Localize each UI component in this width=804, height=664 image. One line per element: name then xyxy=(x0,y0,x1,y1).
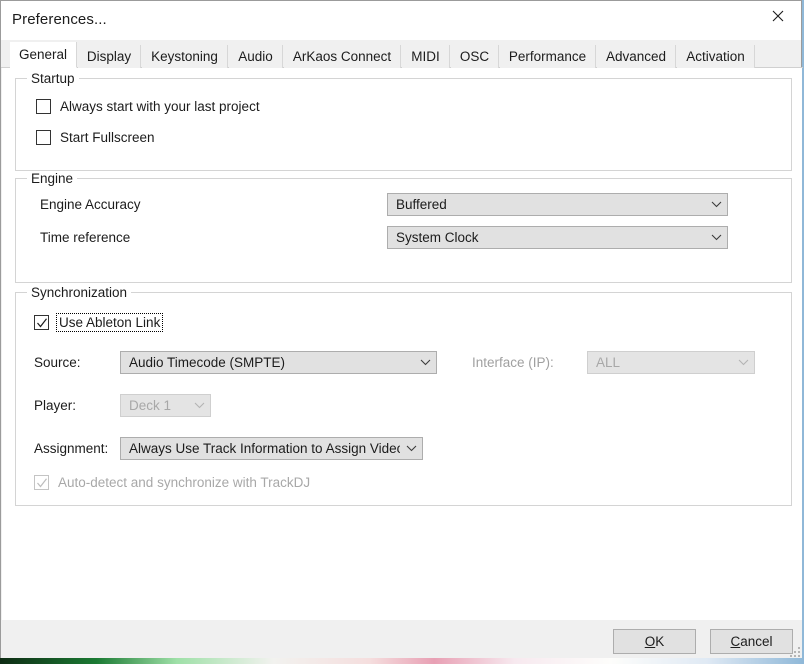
tab-label: Performance xyxy=(508,49,587,64)
ok-button-label: K xyxy=(655,634,665,649)
checkbox-box xyxy=(36,130,51,145)
ok-button-accel: O xyxy=(644,634,656,649)
tab-display[interactable]: Display xyxy=(78,45,141,68)
label-assignment: Assignment: xyxy=(34,441,109,456)
combo-engine-accuracy[interactable]: Buffered xyxy=(387,193,728,216)
combo-assignment-value: Always Use Track Information to Assign V… xyxy=(129,441,400,456)
group-startup: Startup Always start with your last proj… xyxy=(15,71,792,171)
chevron-down-icon xyxy=(705,201,727,208)
group-startup-title: Startup xyxy=(27,71,79,86)
checkbox-label: Start Fullscreen xyxy=(60,130,155,145)
tab-midi[interactable]: MIDI xyxy=(402,45,450,68)
checkbox-label: Auto-detect and synchronize with TrackDJ xyxy=(58,475,311,490)
checkbox-box xyxy=(34,315,49,330)
tab-advanced[interactable]: Advanced xyxy=(597,45,676,68)
dialog-title: Preferences... xyxy=(12,11,107,28)
tab-performance[interactable]: Performance xyxy=(500,45,596,68)
chevron-down-icon xyxy=(705,234,727,241)
label-time-reference: Time reference xyxy=(40,230,131,245)
checkbox-autodetect-trackdj[interactable]: Auto-detect and synchronize with TrackDJ xyxy=(34,475,310,490)
checkbox-box xyxy=(34,475,49,490)
checkbox-always-start-last-project[interactable]: Always start with your last project xyxy=(36,99,260,114)
label-interface-ip: Interface (IP): xyxy=(472,355,554,370)
combo-time-reference[interactable]: System Clock xyxy=(387,226,728,249)
label-engine-accuracy: Engine Accuracy xyxy=(40,197,141,212)
cancel-button-accel: C xyxy=(730,634,741,649)
checkbox-box xyxy=(36,99,51,114)
tab-activation[interactable]: Activation xyxy=(677,45,755,68)
combo-player[interactable]: Deck 1 xyxy=(120,394,211,417)
group-synchronization: Synchronization Use Ableton Link Source:… xyxy=(15,285,792,506)
tab-audio[interactable]: Audio xyxy=(229,45,283,68)
tab-label: MIDI xyxy=(411,49,440,64)
checkbox-start-fullscreen[interactable]: Start Fullscreen xyxy=(36,130,155,145)
dialog-footer: OK Cancel xyxy=(2,620,802,658)
chevron-down-icon xyxy=(400,445,422,452)
tab-label: Advanced xyxy=(605,49,667,64)
tab-arkaos-connect[interactable]: ArKaos Connect xyxy=(284,45,401,68)
close-icon[interactable] xyxy=(755,1,801,31)
label-source: Source: xyxy=(34,355,81,370)
chevron-down-icon xyxy=(732,359,754,366)
chevron-down-icon xyxy=(414,359,436,366)
group-engine: Engine Engine Accuracy Buffered Time ref… xyxy=(15,171,792,283)
preferences-dialog: Preferences... General Display Keystoning A… xyxy=(0,0,803,658)
combo-player-value: Deck 1 xyxy=(129,398,172,413)
group-engine-title: Engine xyxy=(27,171,78,186)
cancel-button[interactable]: Cancel xyxy=(710,629,793,654)
tab-osc[interactable]: OSC xyxy=(451,45,499,68)
combo-time-reference-value: System Clock xyxy=(396,230,479,245)
combo-interface-ip-value: ALL xyxy=(596,355,621,370)
tab-label: ArKaos Connect xyxy=(292,49,392,64)
group-synchronization-title: Synchronization xyxy=(27,285,132,300)
checkbox-label: Always start with your last project xyxy=(60,99,260,114)
combo-assignment[interactable]: Always Use Track Information to Assign V… xyxy=(120,437,423,460)
tab-label: General xyxy=(18,47,68,62)
tab-label: OSC xyxy=(459,49,490,64)
tab-label: Activation xyxy=(686,49,745,64)
tab-panel-general: Startup Always start with your last proj… xyxy=(2,68,802,620)
combo-source-value: Audio Timecode (SMPTE) xyxy=(129,355,286,370)
ok-button[interactable]: OK xyxy=(613,629,696,654)
cancel-button-label: ancel xyxy=(740,634,773,649)
combo-engine-accuracy-value: Buffered xyxy=(396,197,447,212)
checkbox-label: Use Ableton Link xyxy=(55,313,164,332)
title-bar: Preferences... xyxy=(1,1,801,40)
tab-label: Display xyxy=(86,49,132,64)
chevron-down-icon xyxy=(188,402,210,409)
tab-label: Audio xyxy=(238,49,273,64)
tab-bar: General Display Keystoning Audio ArKaos Conn… xyxy=(1,42,803,68)
resize-grip-icon[interactable] xyxy=(787,644,800,657)
checkbox-use-ableton-link[interactable]: Use Ableton Link xyxy=(34,313,164,332)
label-player: Player: xyxy=(34,398,77,413)
combo-interface-ip[interactable]: ALL xyxy=(587,351,755,374)
tab-general[interactable]: General xyxy=(10,42,77,68)
tab-label: Keystoning xyxy=(151,49,218,64)
combo-source[interactable]: Audio Timecode (SMPTE) xyxy=(120,351,437,374)
tab-keystoning[interactable]: Keystoning xyxy=(142,45,228,68)
